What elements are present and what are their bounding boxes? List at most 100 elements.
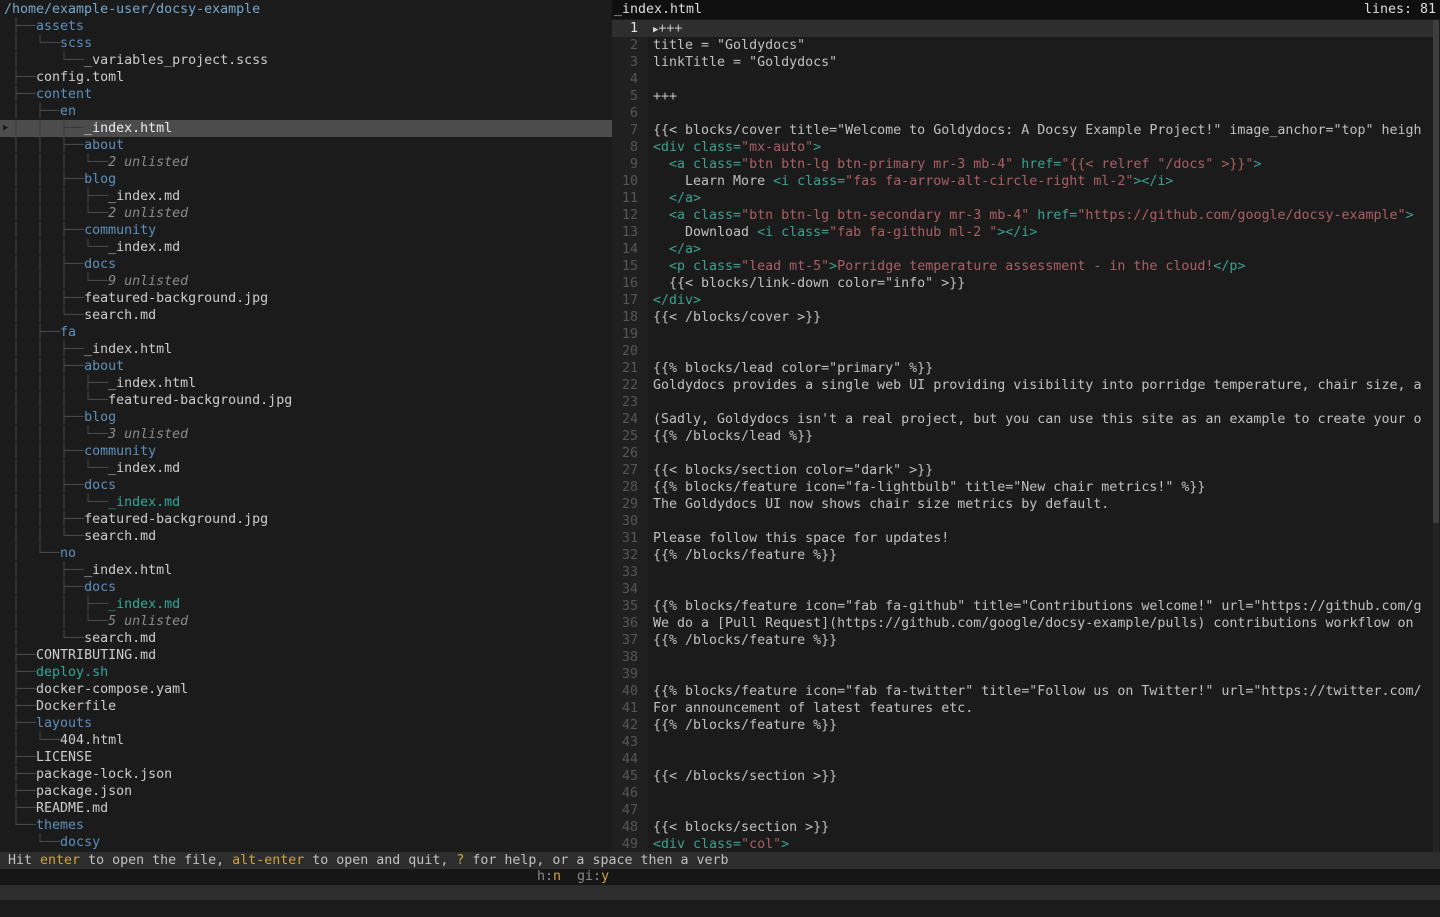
tree-row[interactable]: ├──deploy.sh xyxy=(0,664,612,681)
tree-row[interactable]: │ │ │ └──_index.md xyxy=(0,460,612,477)
preview-scrollbar-track[interactable] xyxy=(1433,20,1439,852)
line-number: 3 xyxy=(612,54,638,71)
tree-item-label: package-lock.json xyxy=(36,767,172,782)
tree-row[interactable]: ├──docker-compose.yaml xyxy=(0,681,612,698)
tree-item-label: _index.html xyxy=(84,563,172,578)
tree-row[interactable]: │ │ │ └──featured-background.jpg xyxy=(0,392,612,409)
tree-row[interactable]: ├──Dockerfile xyxy=(0,698,612,715)
tree-row[interactable]: │ │ │ └──9 unlisted xyxy=(0,273,612,290)
tree-row[interactable]: │ └──_variables_project.scss xyxy=(0,52,612,69)
tree-item-label: deploy.sh xyxy=(36,665,108,680)
preview-line-count: lines: 81 xyxy=(1364,0,1436,19)
selection-arrow-icon: ▶ xyxy=(3,120,17,137)
tree-row[interactable]: │ │ ├──featured-background.jpg xyxy=(0,511,612,528)
line-number: 22 xyxy=(612,377,638,394)
code-line: 28{{% blocks/feature icon="fa-lightbulb"… xyxy=(612,479,1434,496)
line-number: 43 xyxy=(612,734,638,751)
tree-row[interactable]: └──docsy xyxy=(0,834,612,851)
tree-root-path[interactable]: /home/example-user/docsy-example xyxy=(0,1,612,18)
tree-row[interactable]: │ │ ├──docs xyxy=(0,477,612,494)
tree-row[interactable]: │ │ │ └──_index.md xyxy=(0,239,612,256)
tree-row[interactable]: │ │ │ └──3 unlisted xyxy=(0,426,612,443)
tree-row[interactable]: │ │ ├──about xyxy=(0,358,612,375)
code-line: 10 Learn More <i class="fas fa-arrow-alt… xyxy=(612,173,1434,190)
code-line: 12 <a class="btn btn-lg btn-secondary mr… xyxy=(612,207,1434,224)
code-line: 13 Download <i class="fab fa-github ml-2… xyxy=(612,224,1434,241)
tree-row[interactable]: │ ├──en xyxy=(0,103,612,120)
line-number: 2 xyxy=(612,37,638,54)
line-number: 25 xyxy=(612,428,638,445)
tree-row[interactable]: │ └──404.html xyxy=(0,732,612,749)
tree-row[interactable]: └──themes xyxy=(0,817,612,834)
code-line: 20 xyxy=(612,343,1434,360)
tree-row[interactable]: │ │ ├──_index.md xyxy=(0,596,612,613)
line-number: 45 xyxy=(612,768,638,785)
tree-row[interactable]: │ │ ├──featured-background.jpg xyxy=(0,290,612,307)
line-number: 5 xyxy=(612,88,638,105)
line-number: 18 xyxy=(612,309,638,326)
tree-row[interactable]: ├──package.json xyxy=(0,783,612,800)
code-line: 41For announcement of latest features et… xyxy=(612,700,1434,717)
line-number: 4 xyxy=(612,71,638,88)
tree-row[interactable]: │ │ │ └──2 unlisted xyxy=(0,154,612,171)
tree-item-label: 2 unlisted xyxy=(108,206,188,221)
code-line: 40{{% blocks/feature icon="fab fa-twitte… xyxy=(612,683,1434,700)
tree-row[interactable]: │ │ └──5 unlisted xyxy=(0,613,612,630)
tree-item-label: package.json xyxy=(36,784,132,799)
tree-row[interactable]: │ │ ├──_index.html xyxy=(0,341,612,358)
code-line: 26 xyxy=(612,445,1434,462)
line-number: 27 xyxy=(612,462,638,479)
tree-row[interactable]: │ │ │ ├──_index.md xyxy=(0,188,612,205)
tree-row[interactable]: │ │ │ └──2 unlisted xyxy=(0,205,612,222)
command-input-bar[interactable]: :e h:n gi:y xyxy=(0,869,1440,885)
line-number: 32 xyxy=(612,547,638,564)
tree-row[interactable]: │ ├──docs xyxy=(0,579,612,596)
tree-row[interactable]: │ └──scss xyxy=(0,35,612,52)
tree-row[interactable]: │ │ │ ├──_index.html xyxy=(0,375,612,392)
line-number: 23 xyxy=(612,394,638,411)
code-line: 7{{< blocks/cover title="Welcome to Gold… xyxy=(612,122,1434,139)
tree-row[interactable]: │ │ └──search.md xyxy=(0,528,612,545)
line-number: 33 xyxy=(612,564,638,581)
code-line: 2title = "Goldydocs" xyxy=(612,37,1434,54)
code-line: 14 </a> xyxy=(612,241,1434,258)
tree-item-label: themes xyxy=(36,818,84,833)
line-number: 42 xyxy=(612,717,638,734)
tree-row[interactable]: ├──assets xyxy=(0,18,612,35)
line-number: 10 xyxy=(612,173,638,190)
line-number: 47 xyxy=(612,802,638,819)
tree-row[interactable]: │ ├──_index.html xyxy=(0,562,612,579)
tree-row[interactable]: │ │ ├──community xyxy=(0,222,612,239)
mode-flags: h:n gi:y xyxy=(537,869,609,885)
tree-row[interactable]: ├──package-lock.json xyxy=(0,766,612,783)
line-number: 41 xyxy=(612,700,638,717)
line-number: 34 xyxy=(612,581,638,598)
code-line: 45{{< /blocks/section >}} xyxy=(612,768,1434,785)
tree-row[interactable]: ├──content xyxy=(0,86,612,103)
code-line: 4 xyxy=(612,71,1434,88)
line-number: 35 xyxy=(612,598,638,615)
tree-row[interactable]: │ └──search.md xyxy=(0,630,612,647)
preview-scrollbar-thumb[interactable] xyxy=(1433,20,1439,523)
tree-row[interactable]: │ │ ├──blog xyxy=(0,409,612,426)
tree-row[interactable]: ├──README.md xyxy=(0,800,612,817)
tree-item-label: blog xyxy=(84,172,116,187)
tree-row[interactable]: ├──layouts xyxy=(0,715,612,732)
tree-row[interactable]: ├──config.toml xyxy=(0,69,612,86)
tree-row[interactable]: │ │ ├──about xyxy=(0,137,612,154)
tree-row-selected[interactable]: │ │ ├──_index.html▶ xyxy=(0,120,612,137)
tree-row[interactable]: │ │ ├──blog xyxy=(0,171,612,188)
tree-row[interactable]: │ │ │ └──_index.md xyxy=(0,494,612,511)
tree-row[interactable]: ├──CONTRIBUTING.md xyxy=(0,647,612,664)
preview-header: _index.html lines: 81 xyxy=(612,0,1440,19)
tree-row[interactable]: ├──LICENSE xyxy=(0,749,612,766)
tree-row[interactable]: │ │ ├──docs xyxy=(0,256,612,273)
code-line: 18{{< /blocks/cover >}} xyxy=(612,309,1434,326)
tree-row[interactable]: │ │ └──search.md xyxy=(0,307,612,324)
tree-row[interactable]: │ └──no xyxy=(0,545,612,562)
tree-row[interactable]: │ ├──fa xyxy=(0,324,612,341)
tree-item-label: en xyxy=(60,104,76,119)
tree-row[interactable]: │ │ ├──community xyxy=(0,443,612,460)
line-number: 30 xyxy=(612,513,638,530)
bottom-strip xyxy=(0,885,1440,900)
